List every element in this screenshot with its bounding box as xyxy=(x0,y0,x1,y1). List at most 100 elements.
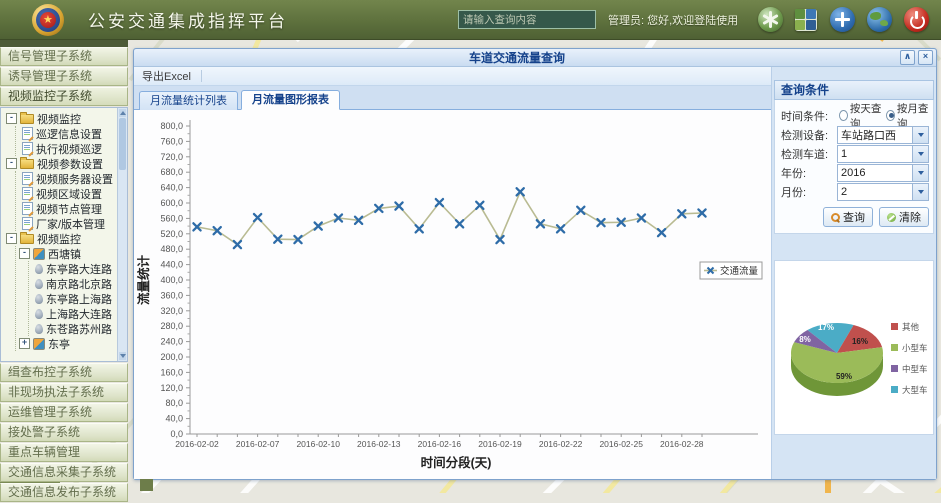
svg-text:2016-02-19: 2016-02-19 xyxy=(478,439,522,449)
tab-inactive[interactable]: 月流量统计列表 xyxy=(139,91,238,110)
svg-text:2016-02-10: 2016-02-10 xyxy=(296,439,340,449)
welcome-text: 管理员: 您好,欢迎登陆使用 xyxy=(608,12,738,28)
document-icon xyxy=(22,142,33,155)
svg-text:0,0: 0,0 xyxy=(170,429,183,439)
query-form: 时间条件: 按天查询 按月查询 检测设备:车站路口西检测车道:1年份:2016月… xyxy=(774,100,934,234)
sidebar-item[interactable]: 非现场执法子系统 xyxy=(0,383,128,402)
scroll-up-icon[interactable] xyxy=(119,109,126,117)
svg-text:480,0: 480,0 xyxy=(160,244,183,254)
chevron-down-icon[interactable] xyxy=(912,127,928,143)
power-icon[interactable] xyxy=(904,7,929,32)
clear-icon xyxy=(887,213,896,222)
expand-toggle-icon[interactable]: + xyxy=(19,338,30,349)
sidebar-item[interactable]: 视频监控子系统 xyxy=(0,87,128,106)
svg-text:520,0: 520,0 xyxy=(160,229,183,239)
sidebar-item[interactable]: 运维管理子系统 xyxy=(0,403,128,422)
sidebar-item[interactable]: 交通信息采集子系统 xyxy=(0,463,128,482)
magnifier-icon xyxy=(831,213,840,222)
tree-folder[interactable]: -视频监控 xyxy=(6,231,117,246)
collapse-toggle-icon[interactable]: - xyxy=(6,113,17,124)
tiles-icon[interactable] xyxy=(795,9,817,31)
svg-text:800,0: 800,0 xyxy=(160,121,183,131)
tree-road-item[interactable]: 东亭路大连路 xyxy=(32,261,117,276)
document-icon xyxy=(22,172,33,185)
legend-swatch xyxy=(891,323,898,330)
sidebar-item[interactable]: 缉查布控子系统 xyxy=(0,363,128,382)
export-excel-button[interactable]: 导出Excel xyxy=(134,68,199,84)
scrollbar-thumb[interactable] xyxy=(119,118,126,170)
line-chart: 0,040,080,0120,0160,0200,0240,0280,0320,… xyxy=(134,110,770,482)
close-button[interactable]: × xyxy=(918,50,933,65)
window-title: 车道交通流量查询 xyxy=(134,49,900,66)
svg-text:59%: 59% xyxy=(836,372,852,381)
toolbar: 导出Excel xyxy=(134,67,771,86)
tab-active[interactable]: 月流量图形报表 xyxy=(241,90,340,110)
tree-item[interactable]: 厂家/版本管理 xyxy=(19,216,117,231)
svg-text:600,0: 600,0 xyxy=(160,198,183,208)
svg-text:2016-02-22: 2016-02-22 xyxy=(539,439,583,449)
dropdown[interactable]: 2 xyxy=(837,183,929,201)
tree-folder[interactable]: -视频参数设置 xyxy=(6,156,117,171)
svg-text:560,0: 560,0 xyxy=(160,213,183,223)
sidebar-item[interactable]: 重点车辆管理 xyxy=(0,443,128,462)
tab-bar: 月流量统计列表月流量图形报表 xyxy=(134,86,771,110)
svg-text:200,0: 200,0 xyxy=(160,352,183,362)
scroll-down-icon[interactable] xyxy=(119,352,126,360)
svg-text:其他: 其他 xyxy=(902,322,920,332)
sidebar-item[interactable]: 信号管理子系统 xyxy=(0,47,128,66)
dropdown[interactable]: 2016 xyxy=(837,164,929,182)
sidebar-item[interactable]: 诱导管理子系统 xyxy=(0,67,128,86)
flower-icon[interactable] xyxy=(758,7,783,32)
tree-item[interactable]: 视频区域设置 xyxy=(19,186,117,201)
tree-item[interactable]: 巡逻信息设置 xyxy=(19,126,117,141)
road-camera-icon xyxy=(35,324,43,334)
svg-text:720,0: 720,0 xyxy=(160,152,183,162)
plus-icon[interactable] xyxy=(830,7,855,32)
video-tree-panel: -视频监控巡逻信息设置执行视频巡逻-视频参数设置视频服务器设置视频区域设置视频节… xyxy=(0,107,128,362)
map-building-block xyxy=(140,479,153,491)
svg-text:2016-02-28: 2016-02-28 xyxy=(660,439,704,449)
query-panel-title: 查询条件 xyxy=(774,80,934,100)
road-camera-icon xyxy=(35,264,43,274)
video-tree: -视频监控巡逻信息设置执行视频巡逻-视频参数设置视频服务器设置视频区域设置视频节… xyxy=(1,108,127,351)
tree-folder[interactable]: -视频监控 xyxy=(6,111,117,126)
dropdown[interactable]: 车站路口西 xyxy=(837,126,929,144)
header-icon-bar xyxy=(746,7,941,32)
svg-text:小型车: 小型车 xyxy=(902,343,928,353)
tree-node[interactable]: +东亭 xyxy=(19,336,117,351)
field-label: 月份: xyxy=(781,184,837,200)
collapse-toggle-icon[interactable]: - xyxy=(6,158,17,169)
tree-road-item[interactable]: 东苍路苏州路 xyxy=(32,321,117,336)
collapse-toggle-icon[interactable]: - xyxy=(19,248,30,259)
dropdown[interactable]: 1 xyxy=(837,145,929,163)
tree-item[interactable]: 视频服务器设置 xyxy=(19,171,117,186)
tree-road-item[interactable]: 上海路大连路 xyxy=(32,306,117,321)
field-label: 年份: xyxy=(781,165,837,181)
area-node-icon xyxy=(33,248,45,260)
tree-road-item[interactable]: 东亭路上海路 xyxy=(32,291,117,306)
collapse-toggle-icon[interactable]: - xyxy=(6,233,17,244)
svg-text:640,0: 640,0 xyxy=(160,183,183,193)
svg-text:80,0: 80,0 xyxy=(165,398,183,408)
tree-node[interactable]: -西塘镇 xyxy=(19,246,117,261)
search-input[interactable] xyxy=(458,10,596,29)
sidebar-item[interactable]: 接处警子系统 xyxy=(0,423,128,442)
tree-item[interactable]: 执行视频巡逻 xyxy=(19,141,117,156)
chevron-down-icon[interactable] xyxy=(912,146,928,162)
document-icon xyxy=(22,187,33,200)
chevron-down-icon[interactable] xyxy=(912,184,928,200)
search-button[interactable]: 查询 xyxy=(823,207,873,227)
collapse-button[interactable]: ∧ xyxy=(900,50,915,65)
folder-icon xyxy=(20,234,34,244)
legend-swatch xyxy=(891,344,898,351)
globe-icon[interactable] xyxy=(867,7,892,32)
svg-text:160,0: 160,0 xyxy=(160,367,183,377)
chevron-down-icon[interactable] xyxy=(912,165,928,181)
tree-road-item[interactable]: 南京路北京路 xyxy=(32,276,117,291)
folder-icon xyxy=(20,159,34,169)
tree-item[interactable]: 视频节点管理 xyxy=(19,201,117,216)
svg-text:2016-02-07: 2016-02-07 xyxy=(236,439,280,449)
tree-scrollbar[interactable] xyxy=(117,108,127,361)
clear-button[interactable]: 清除 xyxy=(879,207,929,227)
svg-text:240,0: 240,0 xyxy=(160,337,183,347)
